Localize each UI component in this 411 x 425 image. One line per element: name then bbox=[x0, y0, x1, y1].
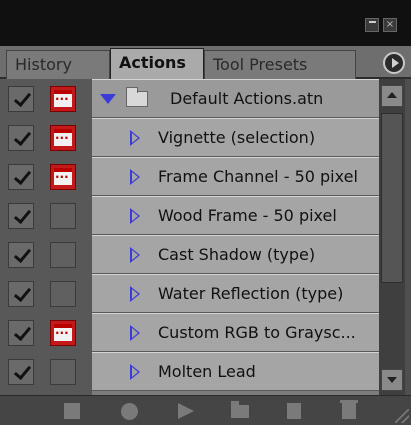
minimize-icon[interactable] bbox=[365, 18, 379, 32]
action-row[interactable]: Molten Lead bbox=[0, 352, 379, 391]
stop-icon[interactable] bbox=[64, 403, 80, 419]
item-toggle-checkmark-icon[interactable] bbox=[8, 281, 34, 307]
collapsed-triangle-icon[interactable] bbox=[130, 208, 140, 224]
tab-tool-presets[interactable]: Tool Presets bbox=[204, 50, 356, 79]
action-label: Wood Frame - 50 pixel bbox=[158, 206, 337, 225]
item-toggle-checkmark-icon[interactable] bbox=[8, 359, 34, 385]
action-label: Vignette (selection) bbox=[158, 128, 316, 147]
new-action-icon[interactable] bbox=[287, 403, 301, 419]
collapsed-triangle-icon[interactable] bbox=[130, 247, 140, 263]
dialog-toggle-icon[interactable] bbox=[50, 242, 76, 268]
panel-tab-bar: History Tool Presets Actions bbox=[0, 46, 411, 81]
dialog-toggle-icon[interactable] bbox=[50, 125, 76, 151]
collapsed-triangle-icon[interactable] bbox=[130, 325, 140, 341]
action-item[interactable]: Cast Shadow (type) bbox=[92, 235, 379, 274]
tab-history[interactable]: History bbox=[6, 50, 110, 79]
delete-icon[interactable] bbox=[340, 400, 358, 419]
actions-panel: × History Tool Presets Actions Default A… bbox=[0, 0, 411, 425]
collapsed-triangle-icon[interactable] bbox=[130, 130, 140, 146]
action-row[interactable]: Cast Shadow (type) bbox=[0, 235, 379, 274]
action-item[interactable]: Vignette (selection) bbox=[92, 118, 379, 157]
collapsed-triangle-icon[interactable] bbox=[130, 364, 140, 380]
new-set-icon[interactable] bbox=[231, 401, 249, 418]
resize-grip-icon[interactable] bbox=[395, 409, 409, 423]
action-item[interactable]: Water Reflection (type) bbox=[92, 274, 379, 313]
collapsed-triangle-icon[interactable] bbox=[130, 286, 140, 302]
record-icon[interactable] bbox=[121, 403, 138, 420]
action-row[interactable]: Frame Channel - 50 pixel bbox=[0, 157, 379, 196]
action-label: Custom RGB to Graysc... bbox=[158, 323, 356, 342]
vertical-scrollbar[interactable] bbox=[379, 79, 405, 395]
item-toggle-checkmark-icon[interactable] bbox=[8, 125, 34, 151]
action-label: Molten Lead bbox=[158, 362, 256, 381]
dialog-toggle-icon[interactable] bbox=[50, 359, 76, 385]
scroll-up-arrow-icon[interactable] bbox=[381, 85, 403, 107]
actions-list: Default Actions.atn Vignette (selection)… bbox=[0, 79, 411, 395]
item-toggle-checkmark-icon[interactable] bbox=[8, 242, 34, 268]
action-row[interactable]: Custom RGB to Graysc... bbox=[0, 313, 379, 352]
close-icon[interactable]: × bbox=[383, 18, 397, 32]
action-set-row[interactable]: Default Actions.atn bbox=[0, 79, 379, 118]
dialog-toggle-icon[interactable] bbox=[50, 281, 76, 307]
item-toggle-checkmark-icon[interactable] bbox=[8, 203, 34, 229]
scroll-down-arrow-icon[interactable] bbox=[381, 369, 403, 391]
play-icon[interactable] bbox=[178, 403, 194, 419]
action-item[interactable]: Wood Frame - 50 pixel bbox=[92, 196, 379, 235]
actions-toolbar bbox=[0, 395, 411, 425]
item-toggle-checkmark-icon[interactable] bbox=[8, 164, 34, 190]
action-row[interactable]: Wood Frame - 50 pixel bbox=[0, 196, 379, 235]
item-toggle-checkmark-icon[interactable] bbox=[8, 86, 34, 112]
tab-actions[interactable]: Actions bbox=[110, 48, 204, 81]
dialog-toggle-icon[interactable] bbox=[50, 320, 76, 346]
action-label: Frame Channel - 50 pixel bbox=[158, 167, 358, 186]
action-item[interactable]: Custom RGB to Graysc... bbox=[92, 313, 379, 352]
action-label: Cast Shadow (type) bbox=[158, 245, 316, 264]
action-set-label: Default Actions.atn bbox=[170, 89, 324, 108]
expand-triangle-icon[interactable] bbox=[100, 94, 116, 104]
action-item[interactable]: Molten Lead bbox=[92, 352, 379, 391]
item-toggle-checkmark-icon[interactable] bbox=[8, 320, 34, 346]
scrollbar-thumb[interactable] bbox=[381, 113, 403, 283]
action-label: Water Reflection (type) bbox=[158, 284, 344, 303]
folder-icon bbox=[126, 87, 148, 107]
dialog-toggle-icon[interactable] bbox=[50, 86, 76, 112]
panel-menu-arrow-icon[interactable] bbox=[383, 52, 405, 74]
panel-title-bar: × bbox=[0, 0, 411, 46]
dialog-toggle-icon[interactable] bbox=[50, 203, 76, 229]
dialog-toggle-icon[interactable] bbox=[50, 164, 76, 190]
collapsed-triangle-icon[interactable] bbox=[130, 169, 140, 185]
action-row[interactable]: Vignette (selection) bbox=[0, 118, 379, 157]
action-row[interactable]: Water Reflection (type) bbox=[0, 274, 379, 313]
action-set-item[interactable]: Default Actions.atn bbox=[92, 79, 379, 118]
action-item[interactable]: Frame Channel - 50 pixel bbox=[92, 157, 379, 196]
